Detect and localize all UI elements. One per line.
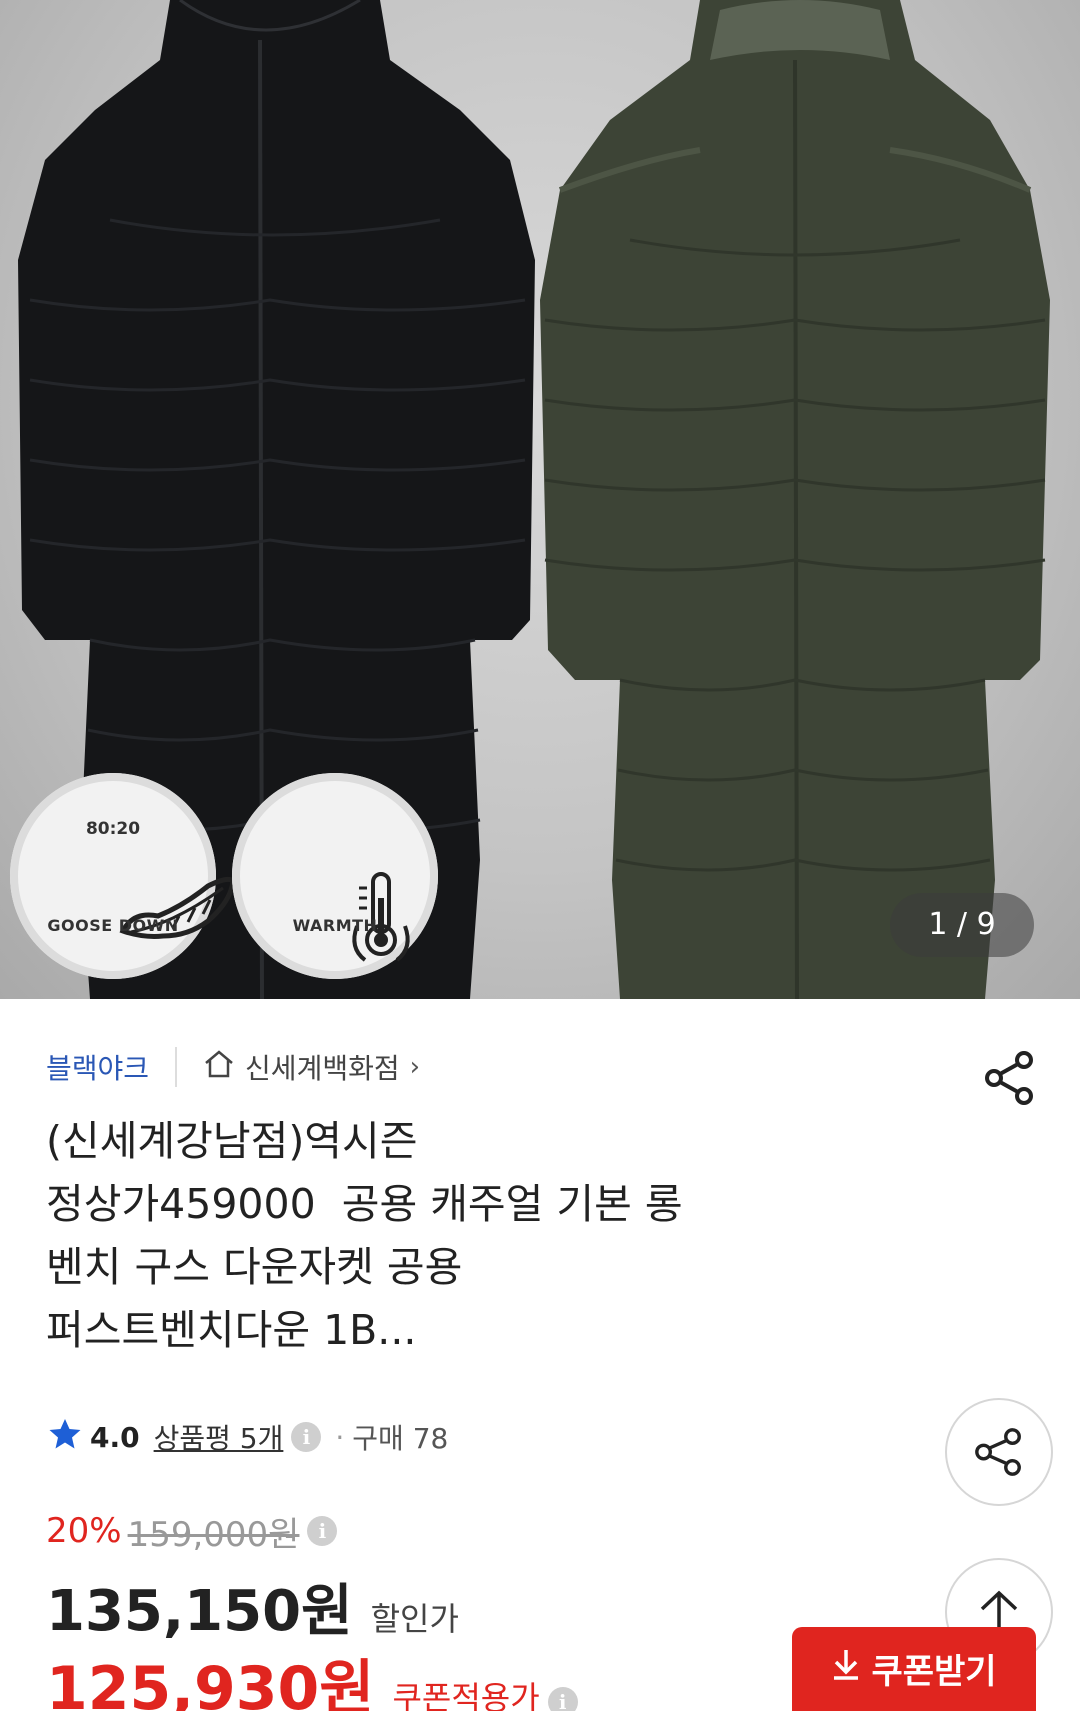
share-icon (982, 1051, 1038, 1110)
original-price: 159,000원 (127, 1514, 300, 1555)
badge-label: GOOSE DOWN (47, 916, 179, 935)
floating-share-button[interactable] (945, 1398, 1053, 1506)
discount-percent: 20% (46, 1511, 122, 1551)
title-line: (신세계강남점)역시즌 (46, 1117, 418, 1165)
star-icon (48, 1418, 82, 1457)
separator-dot: · (335, 1420, 345, 1454)
download-icon (831, 1647, 861, 1690)
rating-score: 4.0 (90, 1420, 140, 1454)
olive-coat-image (540, 0, 1050, 999)
sale-price-label: 할인가 (370, 1600, 459, 1638)
coupon-download-button[interactable]: 쿠폰받기 (792, 1627, 1036, 1723)
product-image-gallery[interactable]: 80:20 GOOSE DOWN WARMTH 1 / 9 (0, 0, 1080, 999)
warmth-badge: WARMTH (232, 773, 438, 979)
divider (175, 1047, 178, 1087)
discount-row: 20% 159,000원 i (46, 1509, 338, 1555)
sale-price: 135,150원 (46, 1579, 353, 1644)
coupon-button-label: 쿠폰받기 (871, 1651, 997, 1692)
share-button[interactable] (982, 1050, 1038, 1110)
chevron-right-icon: › (409, 1052, 421, 1082)
store-name: 신세계백화점 (245, 1052, 400, 1085)
badge-ratio: 80:20 (85, 819, 141, 839)
title-line: 정상가459000 공용 캐주얼 기본 롱 (46, 1180, 683, 1228)
brand-link[interactable]: 블랙야크 (46, 1047, 149, 1087)
share-icon (975, 1428, 1021, 1476)
sale-price-row: 135,150원 할인가 (46, 1566, 459, 1647)
purchase-count: 구매 78 (352, 1422, 449, 1455)
goose-down-badge: 80:20 GOOSE DOWN (10, 773, 236, 979)
info-icon[interactable]: i (291, 1422, 322, 1452)
brand-row: 블랙야크 신세계백화점 › (46, 1045, 420, 1089)
title-line: 퍼스트벤치다운 1B... (46, 1306, 417, 1354)
review-link[interactable]: 상품평 5개 (154, 1417, 284, 1457)
home-icon (203, 1049, 235, 1086)
info-icon[interactable]: i (307, 1516, 338, 1546)
image-counter: 1 / 9 (890, 893, 1034, 957)
title-line: 벤치 구스 다운자켓 공용 (46, 1243, 463, 1291)
store-link[interactable]: 신세계백화점 › (203, 1047, 420, 1087)
product-title: (신세계강남점)역시즌 정상가459000 공용 캐주얼 기본 롱 벤치 구스 … (46, 1110, 946, 1362)
rating-row: 4.0 상품평 5개 i · 구매 78 (48, 1415, 448, 1459)
bottom-edge (0, 1711, 1080, 1723)
badge-label: WARMTH (292, 916, 378, 935)
